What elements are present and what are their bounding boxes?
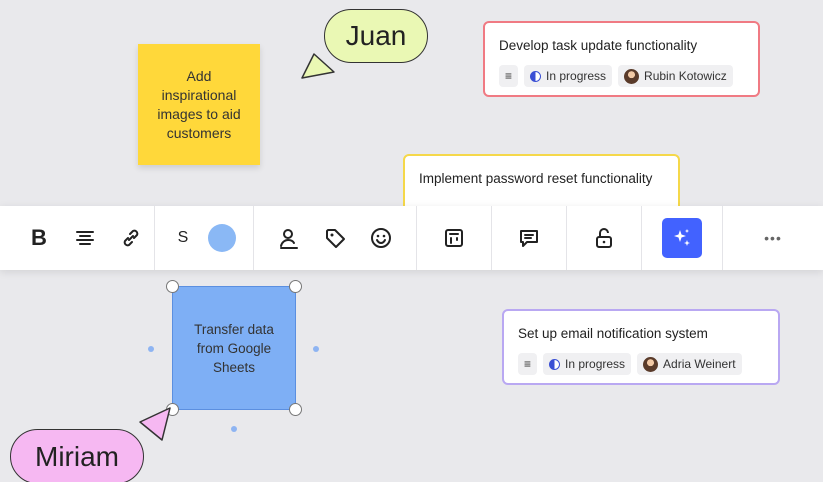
sticky-note-yellow[interactable]: Add inspirational images to aid customer… [138,44,260,165]
sticky-note-text: Transfer data from Google Sheets [194,321,274,375]
bold-icon: B [31,225,47,250]
assign-button[interactable] [266,206,312,270]
cursor-label-miriam: Miriam [10,429,144,482]
connector-dot-right[interactable] [313,346,319,352]
comment-group [492,206,567,270]
sparkle-icon [674,229,690,246]
toolbar-partial-icon[interactable] [0,206,16,270]
status-chip[interactable]: In progress [543,353,632,375]
cursor-name: Miriam [35,440,119,472]
sticky-note-blue[interactable]: Transfer data from Google Sheets [172,286,296,410]
unlock-icon [596,228,612,248]
progress-icon [549,358,561,370]
description-chip[interactable]: ≡ [499,65,519,87]
cursor-name: Juan [345,20,407,51]
cursor-label-juan: Juan [324,9,428,63]
task-card-title: Develop task update functionality [499,38,698,53]
assignee-chip[interactable]: Adria Weinert [637,353,742,375]
card-group [417,206,492,270]
progress-icon [530,70,542,82]
task-card-title: Set up email notification system [518,326,708,341]
comment-icon [520,230,538,247]
connector-dot-left[interactable] [148,346,154,352]
color-swatch [208,224,236,252]
assignee-name: Adria Weinert [663,357,736,371]
cursor-pointer-icon [139,407,171,441]
avatar [624,68,640,84]
avatar [643,356,659,372]
more-icon: ••• [764,230,782,246]
task-card[interactable]: Set up email notification system ≡ In pr… [502,309,780,385]
description-chip[interactable]: ≡ [518,353,538,375]
ai-group [642,206,723,270]
font-size-label: S [177,229,189,246]
resize-handle-top-left[interactable] [166,280,179,293]
ai-assist-button[interactable] [662,218,702,258]
resize-handle-bottom-right[interactable] [289,403,302,416]
lines-icon: ≡ [524,357,532,371]
lock-group [567,206,642,270]
assignee-name: Rubin Kotowicz [644,69,727,83]
bold-button[interactable]: B [16,206,62,270]
status-chip[interactable]: In progress [524,65,613,87]
kanban-card-icon [445,229,463,247]
context-toolbar: B S ••• [0,206,823,270]
text-format-group: B [0,206,155,270]
tag-button[interactable] [312,206,358,270]
card-view-button[interactable] [431,206,477,270]
link-button[interactable] [108,206,154,270]
connector-dot-bottom[interactable] [231,426,237,432]
sticky-note-text: Add inspirational images to aid customer… [157,67,241,141]
more-button[interactable]: ••• [723,206,823,270]
task-card-title: Implement password reset functionality [419,171,653,186]
resize-handle-top-right[interactable] [289,280,302,293]
comment-button[interactable] [506,206,552,270]
status-label: In progress [565,357,626,371]
emoji-icon [371,228,391,248]
font-size-button[interactable]: S [165,206,201,270]
tag-group [254,206,417,270]
lock-button[interactable] [581,206,627,270]
assignee-chip[interactable]: Rubin Kotowicz [618,65,733,87]
emoji-button[interactable] [358,206,404,270]
tag-icon [326,229,345,248]
lines-icon: ≡ [505,69,513,83]
status-label: In progress [546,69,607,83]
task-card[interactable]: Develop task update functionality ≡ In p… [483,21,760,97]
user-sign-icon [280,229,298,249]
align-center-icon [76,231,94,245]
align-button[interactable] [62,206,108,270]
style-group: S [155,206,254,270]
color-button[interactable] [201,206,243,270]
link-icon [123,229,139,247]
